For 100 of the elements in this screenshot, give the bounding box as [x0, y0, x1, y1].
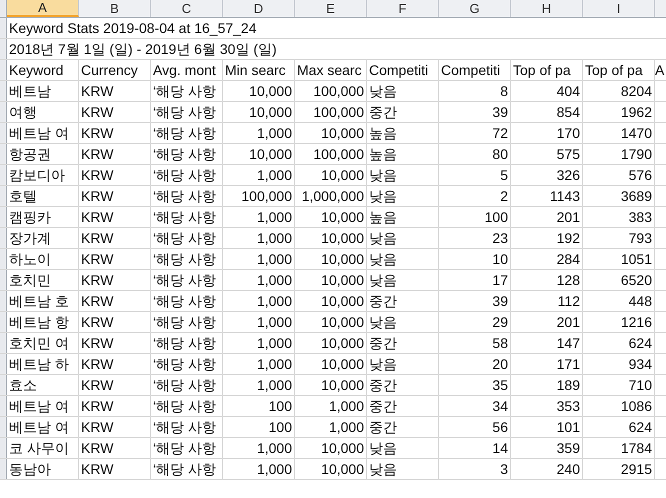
column-heading: Min searc: [225, 61, 286, 79]
table-cell: ‘해당 사항: [153, 145, 216, 163]
row-header[interactable]: [0, 18, 7, 38]
table-cell: 1051: [620, 250, 652, 268]
column-header[interactable]: B: [79, 0, 151, 17]
table-cell: 베트남 하: [9, 355, 69, 373]
table-cell: KRW: [81, 292, 114, 310]
table-cell: 항공권: [9, 145, 51, 163]
table-cell: 낮음: [369, 439, 397, 457]
table-cell: 1790: [620, 145, 652, 163]
table-cell: 중간: [369, 103, 397, 121]
table-cell: 201: [556, 313, 580, 331]
table-cell: 1,000: [256, 313, 292, 331]
table-cell: 39: [492, 103, 508, 121]
table-cell: 10,000: [249, 103, 292, 121]
table-cell: 1962: [620, 103, 652, 121]
column-header[interactable]: H: [511, 0, 583, 17]
row-header[interactable]: [0, 102, 7, 122]
table-cell: 낮음: [369, 250, 397, 268]
row-header[interactable]: [0, 144, 7, 164]
table-cell: 10,000: [321, 439, 364, 457]
row-header[interactable]: [0, 81, 7, 101]
table-cell: 하노이: [9, 250, 51, 268]
table-cell: ‘해당 사항: [153, 229, 216, 247]
table-cell: 중간: [369, 292, 397, 310]
table-cell: 10,000: [249, 145, 292, 163]
column-heading: Top of pa: [585, 61, 643, 79]
table-cell: 128: [556, 271, 580, 289]
row-header[interactable]: [0, 270, 7, 290]
select-all-corner[interactable]: [0, 0, 7, 17]
table-cell: 710: [628, 376, 652, 394]
column-header[interactable]: D: [223, 0, 295, 17]
table-cell: 호치민: [9, 271, 51, 289]
table-cell: 중간: [369, 334, 397, 352]
row-header[interactable]: [0, 291, 7, 311]
table-cell: 10: [492, 250, 508, 268]
table-cell: 23: [492, 229, 508, 247]
table-cell: ‘해당 사항: [153, 187, 216, 205]
row-header[interactable]: [0, 438, 7, 458]
table-cell: 624: [628, 418, 652, 436]
table-cell: ‘해당 사항: [153, 166, 216, 184]
table-cell: 베트남: [9, 82, 51, 100]
table-cell: 383: [628, 208, 652, 226]
column-header[interactable]: G: [439, 0, 511, 17]
row-header[interactable]: [0, 396, 7, 416]
table-cell: 3: [500, 460, 508, 478]
row-header[interactable]: [0, 417, 7, 437]
column-header[interactable]: F: [367, 0, 439, 17]
row-header[interactable]: [0, 249, 7, 269]
table-cell: KRW: [81, 187, 114, 205]
sheet-title: Keyword Stats 2019-08-04 at 16_57_24: [9, 19, 257, 37]
table-cell: ‘해당 사항: [153, 355, 216, 373]
column-header[interactable]: A: [7, 0, 79, 17]
row-header[interactable]: [0, 186, 7, 206]
table-cell: ‘해당 사항: [153, 250, 216, 268]
row-header[interactable]: [0, 207, 7, 227]
table-cell: 1,000: [328, 418, 364, 436]
table-cell: 10,000: [321, 271, 364, 289]
table-cell: 캠핑카: [9, 208, 51, 226]
row-header[interactable]: [0, 228, 7, 248]
table-cell: 284: [556, 250, 580, 268]
column-header[interactable]: I: [583, 0, 655, 17]
table-cell: 10,000: [321, 124, 364, 142]
table-cell: 10,000: [321, 334, 364, 352]
table-cell: 1,000: [256, 460, 292, 478]
table-cell: 캄보디아: [9, 166, 65, 184]
table-cell: 높음: [369, 124, 397, 142]
row-header[interactable]: [0, 312, 7, 332]
row-header[interactable]: [0, 39, 7, 59]
table-cell: KRW: [81, 250, 114, 268]
row-header[interactable]: [0, 375, 7, 395]
table-cell: 100: [268, 418, 292, 436]
table-cell: 1,000: [256, 439, 292, 457]
table-cell: 100,000: [241, 187, 292, 205]
row-header[interactable]: [0, 333, 7, 353]
table-cell: 10,000: [321, 166, 364, 184]
row-header[interactable]: [0, 165, 7, 185]
column-header[interactable]: C: [151, 0, 223, 17]
row-header[interactable]: [0, 354, 7, 374]
table-cell: 여행: [9, 103, 37, 121]
table-cell: 1,000: [256, 334, 292, 352]
table-cell: 2915: [620, 460, 652, 478]
table-cell: 1,000: [256, 271, 292, 289]
table-cell: 10,000: [321, 313, 364, 331]
row-header[interactable]: [0, 459, 7, 479]
table-cell: 192: [556, 229, 580, 247]
table-cell: ‘해당 사항: [153, 418, 216, 436]
row-header[interactable]: [0, 123, 7, 143]
table-cell: 낮음: [369, 82, 397, 100]
row-header[interactable]: [0, 60, 7, 80]
column-header[interactable]: E: [295, 0, 367, 17]
table-cell: KRW: [81, 166, 114, 184]
table-cell: 100,000: [313, 103, 364, 121]
table-cell: 1,000: [256, 166, 292, 184]
table-cell: 호치민 여: [9, 334, 69, 352]
table-cell: KRW: [81, 145, 114, 163]
table-cell: KRW: [81, 208, 114, 226]
table-cell: 1,000: [256, 229, 292, 247]
column-heading: Competiti: [369, 61, 428, 79]
table-cell: 낮음: [369, 271, 397, 289]
